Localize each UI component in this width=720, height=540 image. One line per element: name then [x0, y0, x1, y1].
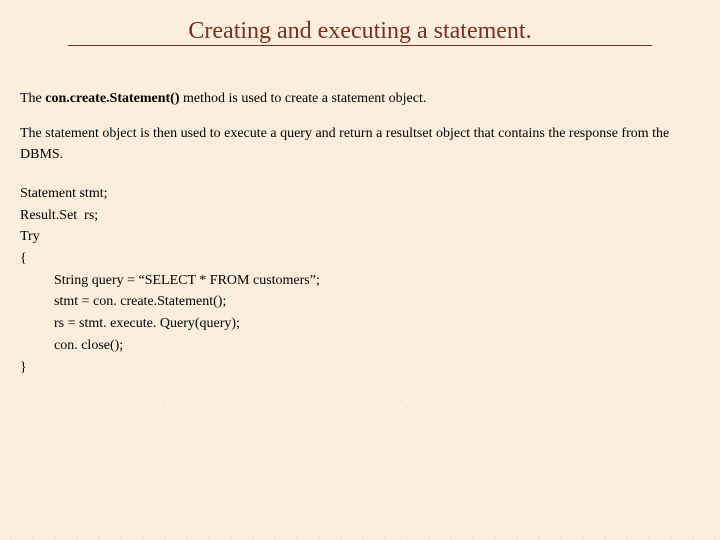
code-line-3: Try [20, 226, 700, 248]
code-line-2: Result.Set rs; [20, 205, 700, 227]
code-block: Statement stmt; Result.Set rs; Try { Str… [20, 183, 700, 378]
title-wrap: Creating and executing a statement. [20, 18, 700, 74]
code-line-1: Statement stmt; [20, 183, 700, 205]
paragraph-2: The statement object is then used to exe… [20, 123, 700, 165]
body-text: The con.create.Statement() method is use… [20, 88, 700, 378]
code-line-5: String query = “SELECT * FROM customers”… [20, 270, 700, 292]
code-line-8: con. close(); [20, 335, 700, 357]
code-line-6: stmt = con. create.Statement(); [20, 291, 700, 313]
para1-prefix: The [20, 91, 45, 106]
code-line-4: { [20, 248, 700, 270]
code-line-7: rs = stmt. execute. Query(query); [20, 313, 700, 335]
para1-bold: con.create.Statement() [45, 91, 179, 106]
page-title: Creating and executing a statement. [68, 18, 651, 46]
code-line-9: } [20, 357, 700, 379]
slide: Creating and executing a statement. The … [0, 0, 720, 540]
para1-suffix: method is used to create a statement obj… [180, 91, 427, 106]
paragraph-1: The con.create.Statement() method is use… [20, 88, 700, 109]
